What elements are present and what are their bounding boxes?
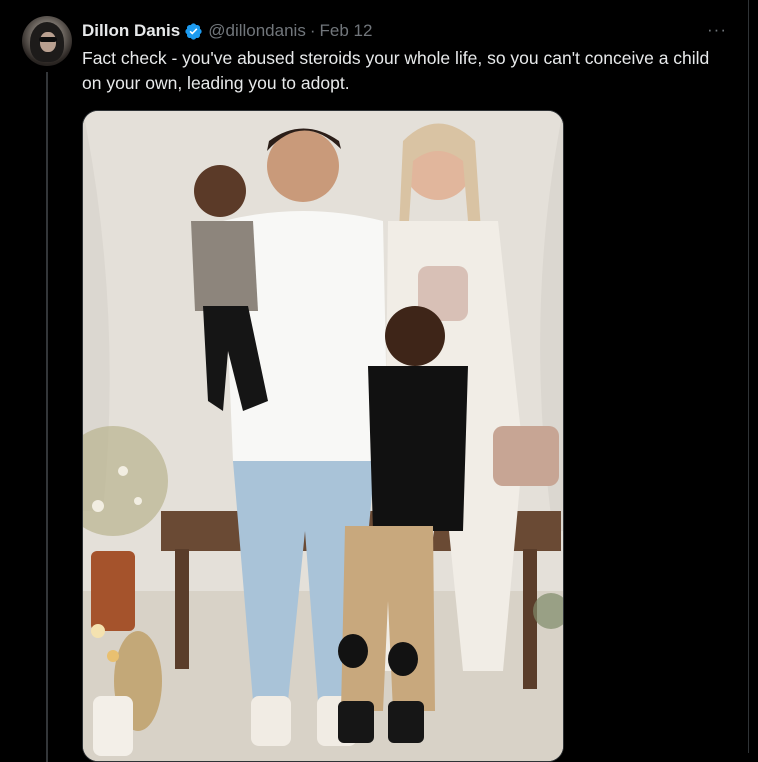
author-handle[interactable]: @dillondanis [208, 21, 306, 41]
avatar[interactable] [22, 16, 72, 66]
tweet-header: Dillon Danis @dillondanis · Feb 12 [82, 20, 372, 42]
avatar-glasses [39, 37, 57, 42]
thread-line [46, 72, 48, 762]
tweet-container[interactable]: Dillon Danis @dillondanis · Feb 12 ··· F… [0, 0, 749, 762]
more-options-icon[interactable]: ··· [702, 18, 732, 42]
photo-illustration [83, 111, 563, 761]
avatar-face [40, 32, 56, 52]
tweet-date[interactable]: Feb 12 [320, 21, 373, 41]
separator-dot: · [309, 21, 316, 40]
tweet-photo[interactable] [82, 110, 564, 762]
verified-badge-icon [184, 22, 203, 41]
tweet-text: Fact check - you've abused steroids your… [82, 48, 710, 93]
author-name[interactable]: Dillon Danis [82, 21, 180, 41]
